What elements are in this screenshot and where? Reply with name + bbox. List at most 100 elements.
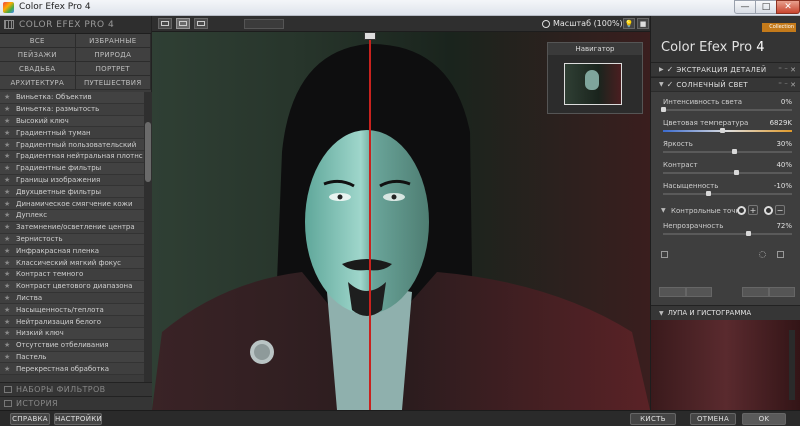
slider-knob[interactable] bbox=[661, 107, 666, 112]
delete-icon[interactable] bbox=[777, 251, 784, 258]
filter-item[interactable]: ★ Дуплекс bbox=[0, 209, 144, 222]
filter-item[interactable]: ★ Перекрестная обработка bbox=[0, 363, 144, 376]
star-icon[interactable]: ★ bbox=[4, 329, 11, 337]
navigator-thumbnail[interactable] bbox=[564, 63, 622, 105]
filter-item[interactable]: ★ Градиентная нейтральная плотнс bbox=[0, 150, 144, 163]
star-icon[interactable]: ★ bbox=[4, 211, 11, 219]
copy-button[interactable] bbox=[685, 287, 712, 297]
brush-button[interactable]: КИСТЬ bbox=[630, 413, 676, 425]
star-icon[interactable]: ★ bbox=[4, 306, 11, 314]
star-icon[interactable]: ★ bbox=[4, 117, 11, 125]
slider-knob[interactable] bbox=[745, 231, 751, 236]
reset-button[interactable] bbox=[768, 287, 795, 297]
filter-item[interactable]: ★ Динамическое смягчение кожи bbox=[0, 198, 144, 210]
filter-item[interactable]: ★ Градиентный туман bbox=[0, 127, 144, 140]
expand-triangle-icon[interactable]: ▼ bbox=[659, 310, 664, 317]
star-icon[interactable]: ★ bbox=[4, 141, 11, 149]
param-slider[interactable]: Яркость 30% bbox=[651, 137, 800, 158]
paste-button[interactable] bbox=[742, 287, 769, 297]
star-icon[interactable]: ★ bbox=[4, 270, 11, 278]
brand-header[interactable]: COLOR EFEX PRO 4 bbox=[0, 16, 151, 34]
cancel-button[interactable]: ОТМЕНА bbox=[690, 413, 736, 425]
param-slider[interactable]: Насыщенность -10% bbox=[651, 179, 800, 200]
star-icon[interactable]: ★ bbox=[4, 341, 11, 349]
single-view-button[interactable] bbox=[158, 18, 172, 29]
star-icon[interactable]: ★ bbox=[4, 353, 11, 361]
category-travel[interactable]: ПУТЕШЕСТВИЯ bbox=[75, 76, 151, 90]
filter-header-sunlight[interactable]: ▼ ✓ СОЛНЕЧНЫЙ СВЕТ ⁼ ⁻ ✕ bbox=[651, 77, 800, 92]
filter-item[interactable]: ★ Зернистость bbox=[0, 233, 144, 246]
category-wedding[interactable]: СВАДЬБА bbox=[0, 62, 76, 76]
filter-sets-section[interactable]: НАБОРЫ ФИЛЬТРОВ bbox=[0, 382, 152, 396]
close-button[interactable]: ✕ bbox=[776, 0, 800, 14]
loupe-target-icon[interactable] bbox=[759, 251, 766, 258]
checkmark-icon[interactable]: ✓ bbox=[667, 65, 674, 74]
filter-controls[interactable]: ⁼ ⁻ ✕ bbox=[778, 81, 796, 89]
filter-item[interactable]: ★ Виньетка: размытость bbox=[0, 103, 144, 116]
opacity-slider[interactable]: Непрозрачность 72% bbox=[651, 219, 800, 240]
zoom-select[interactable]: Масштаб (100%) ▾ bbox=[542, 17, 629, 30]
param-slider[interactable]: Контраст 40% bbox=[651, 158, 800, 179]
ok-button[interactable]: OK bbox=[742, 413, 786, 425]
filter-item[interactable]: ★ Нейтрализация белого bbox=[0, 316, 144, 328]
filter-item[interactable]: ★ Виньетка: Объектив bbox=[0, 92, 144, 104]
star-icon[interactable]: ★ bbox=[4, 188, 11, 196]
slider-knob[interactable] bbox=[720, 128, 725, 133]
star-icon[interactable]: ★ bbox=[4, 365, 11, 373]
filter-item[interactable]: ★ Границы изображения bbox=[0, 174, 144, 187]
bulb-icon[interactable]: 💡 bbox=[623, 18, 635, 29]
slider-track[interactable] bbox=[663, 193, 792, 195]
scrollbar-thumb[interactable] bbox=[145, 122, 151, 182]
filter-list-scrollbar[interactable] bbox=[144, 92, 152, 382]
param-slider[interactable]: Цветовая температура 6829K bbox=[651, 116, 800, 137]
star-icon[interactable]: ★ bbox=[4, 294, 11, 302]
star-icon[interactable]: ★ bbox=[4, 235, 11, 243]
category-all[interactable]: ВСЕ bbox=[0, 34, 76, 48]
checkmark-icon[interactable]: ✓ bbox=[667, 80, 674, 89]
filter-item[interactable]: ★ Градиентный пользовательский bbox=[0, 139, 144, 151]
category-architecture[interactable]: АРХИТЕКТУРА bbox=[0, 76, 76, 90]
category-landscape[interactable]: ПЕЙЗАЖИ bbox=[0, 48, 76, 62]
minimize-button[interactable]: — bbox=[734, 0, 756, 14]
filter-item[interactable]: ★ Затемнение/осветление центра bbox=[0, 221, 144, 234]
split-view-button[interactable] bbox=[176, 18, 190, 29]
star-icon[interactable]: ★ bbox=[4, 259, 11, 267]
expand-triangle-icon[interactable]: ▶ bbox=[659, 66, 664, 73]
star-icon[interactable]: ★ bbox=[4, 247, 11, 255]
add-button[interactable] bbox=[659, 287, 686, 297]
split-divider[interactable] bbox=[369, 32, 371, 410]
star-icon[interactable]: ★ bbox=[4, 152, 11, 160]
star-icon[interactable]: ★ bbox=[4, 223, 11, 231]
star-icon[interactable]: ★ bbox=[4, 200, 11, 208]
mask-icon[interactable] bbox=[661, 251, 668, 258]
filter-item[interactable]: ★ Высокий ключ bbox=[0, 115, 144, 128]
slider-knob[interactable] bbox=[734, 170, 740, 175]
settings-button[interactable]: НАСТРОЙКИ bbox=[54, 413, 102, 425]
filter-item[interactable]: ★ Градиентные фильтры bbox=[0, 162, 144, 175]
filter-item[interactable]: ★ Контраст цветового диапазона bbox=[0, 280, 144, 293]
slider-track[interactable] bbox=[663, 130, 792, 132]
expand-triangle-icon[interactable]: ▼ bbox=[661, 207, 666, 214]
star-icon[interactable]: ★ bbox=[4, 282, 11, 290]
maximize-button[interactable]: □ bbox=[755, 0, 777, 14]
help-button[interactable]: СПРАВКА bbox=[10, 413, 50, 425]
filter-item[interactable]: ★ Инфракрасная пленка bbox=[0, 245, 144, 258]
filter-item[interactable]: ★ Классический мягкий фокус bbox=[0, 257, 144, 269]
filter-item[interactable]: ★ Насыщенность/теплота bbox=[0, 304, 144, 317]
slider-track[interactable] bbox=[663, 172, 792, 174]
star-icon[interactable]: ★ bbox=[4, 93, 11, 101]
filter-item[interactable]: ★ Контраст темного bbox=[0, 268, 144, 281]
star-icon[interactable]: ★ bbox=[4, 176, 11, 184]
background-color-icon[interactable]: ■ bbox=[637, 18, 649, 29]
minus-button[interactable]: − bbox=[775, 205, 785, 215]
filter-item[interactable]: ★ Низкий ключ bbox=[0, 327, 144, 340]
filter-item[interactable]: ★ Двухцветные фильтры bbox=[0, 186, 144, 199]
star-icon[interactable]: ★ bbox=[4, 129, 11, 137]
history-section[interactable]: ИСТОРИЯ bbox=[0, 396, 152, 410]
collapse-triangle-icon[interactable]: ▼ bbox=[659, 81, 664, 88]
star-icon[interactable]: ★ bbox=[4, 164, 11, 172]
slider-knob[interactable] bbox=[731, 149, 737, 154]
plus-button[interactable]: + bbox=[748, 205, 758, 215]
slider-knob[interactable] bbox=[705, 191, 711, 196]
split-divider-handle[interactable] bbox=[364, 32, 376, 40]
